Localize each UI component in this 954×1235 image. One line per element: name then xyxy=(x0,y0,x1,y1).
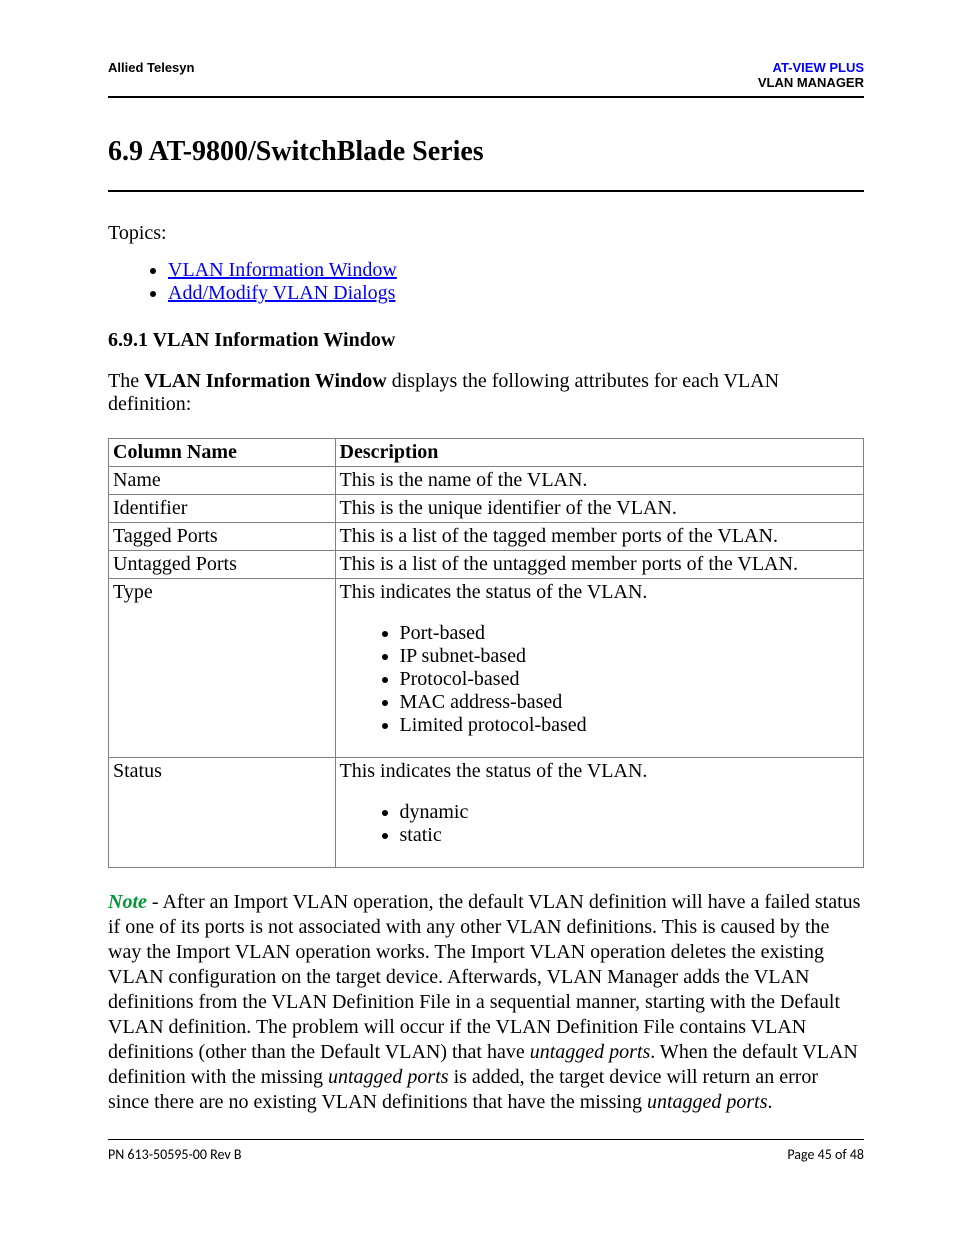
cell-name: Name xyxy=(109,467,336,495)
cell-name: Tagged Ports xyxy=(109,523,336,551)
list-item: MAC address-based xyxy=(400,691,860,714)
footer-left: PN 613-50595-00 Rev B xyxy=(108,1146,242,1163)
vlan-info-link[interactable]: VLAN Information Window xyxy=(168,259,397,281)
status-list: dynamic static xyxy=(340,801,860,847)
title-rule xyxy=(108,190,864,192)
footer-rule xyxy=(108,1139,864,1140)
table-row: Identifier This is the unique identifier… xyxy=(109,495,864,523)
note-italic: untagged ports xyxy=(530,1041,651,1063)
cell-name: Untagged Ports xyxy=(109,551,336,579)
cell-desc: This is a list of the untagged member po… xyxy=(335,551,864,579)
cell-desc: This is the name of the VLAN. xyxy=(335,467,864,495)
header-rule xyxy=(108,96,864,98)
topics-list: VLAN Information Window Add/Modify VLAN … xyxy=(108,259,864,305)
table-row: Untagged Ports This is a list of the unt… xyxy=(109,551,864,579)
add-modify-link[interactable]: Add/Modify VLAN Dialogs xyxy=(168,282,395,304)
list-item: IP subnet-based xyxy=(400,645,860,668)
intro-pre: The xyxy=(108,370,144,392)
note-italic: untagged ports xyxy=(328,1066,449,1088)
cell-desc: This is the unique identifier of the VLA… xyxy=(335,495,864,523)
header-product: AT-VIEW PLUS xyxy=(773,60,864,75)
type-lead: This indicates the status of the VLAN. xyxy=(340,581,648,603)
header-subtitle: VLAN MANAGER xyxy=(758,75,864,90)
cell-desc: This is a list of the tagged member port… xyxy=(335,523,864,551)
table-row: Tagged Ports This is a list of the tagge… xyxy=(109,523,864,551)
cell-name: Type xyxy=(109,579,336,758)
cell-desc: This indicates the status of the VLAN. P… xyxy=(335,579,864,758)
table-row: Type This indicates the status of the VL… xyxy=(109,579,864,758)
note-paragraph: Note - After an Import VLAN operation, t… xyxy=(108,890,864,1115)
list-item: VLAN Information Window xyxy=(168,259,864,282)
list-item: static xyxy=(400,824,860,847)
status-lead: This indicates the status of the VLAN. xyxy=(340,760,648,782)
intro-paragraph: The VLAN Information Window displays the… xyxy=(108,370,864,416)
col-header-desc: Description xyxy=(335,439,864,467)
page-title: 6.9 AT-9800/SwitchBlade Series xyxy=(108,136,864,168)
note-italic: untagged ports xyxy=(647,1091,768,1113)
col-header-name: Column Name xyxy=(109,439,336,467)
cell-name: Status xyxy=(109,758,336,868)
table-row: Name This is the name of the VLAN. xyxy=(109,467,864,495)
note-seg1: - After an Import VLAN operation, the de… xyxy=(108,891,860,1063)
list-item: dynamic xyxy=(400,801,860,824)
note-seg4: . xyxy=(768,1091,773,1113)
page-header: Allied Telesyn AT-VIEW PLUS VLAN MANAGER xyxy=(108,60,864,90)
table-header-row: Column Name Description xyxy=(109,439,864,467)
cell-name: Identifier xyxy=(109,495,336,523)
list-item: Protocol-based xyxy=(400,668,860,691)
topics-label: Topics: xyxy=(108,222,864,245)
header-right: AT-VIEW PLUS VLAN MANAGER xyxy=(758,60,864,90)
intro-bold: VLAN Information Window xyxy=(144,370,387,392)
list-item: Limited protocol-based xyxy=(400,714,860,737)
type-list: Port-based IP subnet-based Protocol-base… xyxy=(340,622,860,737)
note-label: Note xyxy=(108,891,147,913)
list-item: Add/Modify VLAN Dialogs xyxy=(168,282,864,305)
list-item: Port-based xyxy=(400,622,860,645)
section-heading: 6.9.1 VLAN Information Window xyxy=(108,329,864,352)
header-left: Allied Telesyn xyxy=(108,60,194,75)
table-row: Status This indicates the status of the … xyxy=(109,758,864,868)
attributes-table: Column Name Description Name This is the… xyxy=(108,438,864,868)
cell-desc: This indicates the status of the VLAN. d… xyxy=(335,758,864,868)
footer-right: Page 45 of 48 xyxy=(787,1146,864,1163)
page-footer: PN 613-50595-00 Rev B Page 45 of 48 xyxy=(108,1139,864,1163)
